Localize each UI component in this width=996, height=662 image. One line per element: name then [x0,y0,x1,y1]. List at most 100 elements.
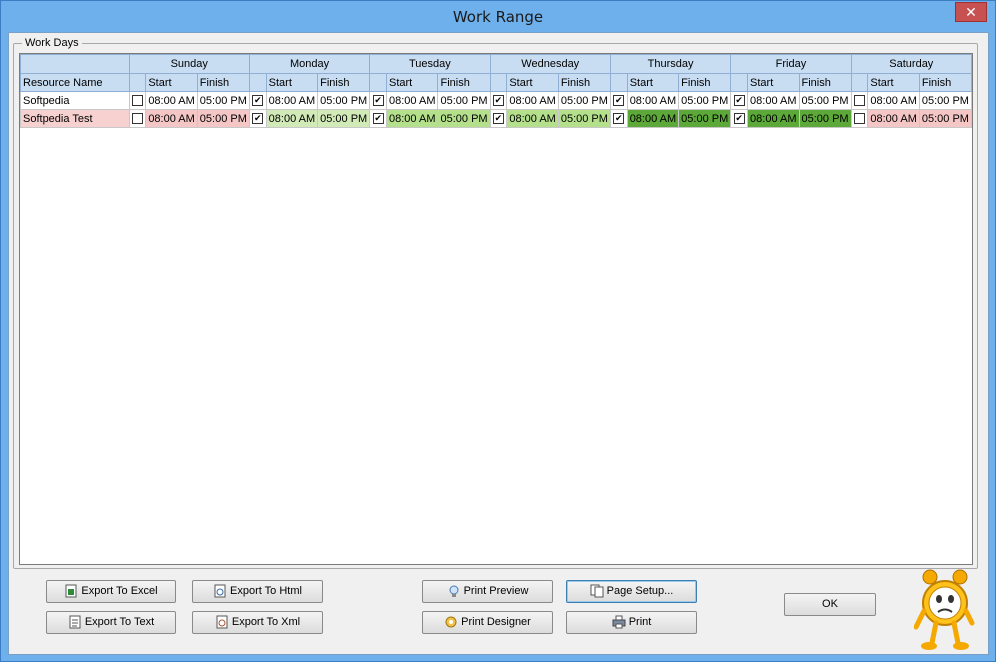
finish-time-cell[interactable]: 05:00 PM [317,109,371,128]
start-header[interactable]: Start [265,73,319,92]
unchecked-checkbox[interactable] [131,113,143,125]
resource-name-header[interactable]: Resource Name [20,73,130,92]
finish-header[interactable]: Finish [557,73,611,92]
unchecked-checkbox[interactable] [131,95,143,107]
checked-checkbox[interactable]: ✔ [372,95,384,107]
start-time-cell[interactable]: 08:00 AM [265,91,319,110]
check-header [369,73,387,92]
workday-checkbox-cell[interactable]: ✔ [489,91,508,110]
work-days-grid[interactable]: Sunday Monday Tuesday Wednesday Thursday… [19,53,973,565]
finish-time-cell[interactable]: 05:00 PM [557,109,611,128]
workday-checkbox-cell[interactable] [128,91,147,110]
start-header[interactable]: Start [506,73,559,92]
finish-time-cell[interactable]: 05:00 PM [798,91,852,110]
day-header-tuesday[interactable]: Tuesday [369,54,491,74]
print-designer-button[interactable]: Print Designer [422,611,553,634]
finish-header[interactable]: Finish [678,73,732,92]
finish-time-cell[interactable]: 05:00 PM [918,109,972,128]
export-to-text-button[interactable]: Export To Text [46,611,176,634]
workday-checkbox-cell[interactable]: ✔ [730,109,749,128]
checked-checkbox[interactable]: ✔ [372,113,384,125]
finish-header[interactable]: Finish [798,73,852,92]
finish-time-cell[interactable]: 05:00 PM [918,91,972,110]
unchecked-checkbox[interactable] [853,95,865,107]
day-header-sunday[interactable]: Sunday [128,54,250,74]
checked-checkbox[interactable]: ✔ [252,113,264,125]
finish-time-cell[interactable]: 05:00 PM [437,109,491,128]
ok-button[interactable]: OK [784,593,876,616]
start-time-cell[interactable]: 08:00 AM [385,109,439,128]
finish-time-cell[interactable]: 05:00 PM [196,91,250,110]
start-header[interactable]: Start [747,73,800,92]
start-time-cell[interactable]: 08:00 AM [867,91,920,110]
start-time-cell[interactable]: 08:00 AM [626,109,680,128]
workday-checkbox-cell[interactable] [850,109,869,128]
start-header[interactable]: Start [867,73,920,92]
table-row[interactable]: Softpedia Test 08:00 AM 05:00 PM ✔ 08:00 AM 0… [20,109,972,128]
finish-time-cell[interactable]: 05:00 PM [678,109,732,128]
start-header[interactable]: Start [626,73,680,92]
finish-header[interactable]: Finish [317,73,371,92]
checked-checkbox[interactable]: ✔ [613,95,625,107]
finish-header[interactable]: Finish [196,73,250,92]
workday-checkbox-cell[interactable]: ✔ [248,91,267,110]
workday-checkbox-cell[interactable]: ✔ [609,91,628,110]
day-header-thursday[interactable]: Thursday [609,54,732,74]
unchecked-checkbox[interactable] [853,113,865,125]
window-title: Work Range [452,8,544,26]
workday-checkbox-cell[interactable]: ✔ [730,91,749,110]
finish-time-cell[interactable]: 05:00 PM [437,91,491,110]
checked-checkbox[interactable]: ✔ [492,113,504,125]
day-header-wednesday[interactable]: Wednesday [489,54,611,74]
day-header-monday[interactable]: Monday [248,54,371,74]
start-time-cell[interactable]: 08:00 AM [626,91,680,110]
finish-time-cell[interactable]: 05:00 PM [317,91,371,110]
finish-time-cell[interactable]: 05:00 PM [557,91,611,110]
export-to-excel-button[interactable]: Export To Excel [46,580,176,603]
start-header[interactable]: Start [385,73,439,92]
check-header [730,73,749,92]
title-bar[interactable]: Work Range ✕ [1,1,995,32]
workday-checkbox-cell[interactable]: ✔ [489,109,508,128]
workday-checkbox-cell[interactable] [850,91,869,110]
checked-checkbox[interactable]: ✔ [733,113,745,125]
print-preview-button[interactable]: Print Preview [422,580,553,603]
table-row[interactable]: Softpedia 08:00 AM 05:00 PM ✔ 08:00 AM 05:00 … [20,91,972,110]
start-time-cell[interactable]: 08:00 AM [145,91,198,110]
finish-time-cell[interactable]: 05:00 PM [196,109,250,128]
workday-checkbox-cell[interactable]: ✔ [369,109,387,128]
finish-time-cell[interactable]: 05:00 PM [798,109,852,128]
grid-table: Sunday Monday Tuesday Wednesday Thursday… [20,54,972,128]
print-button[interactable]: Print [566,611,697,634]
checked-checkbox[interactable]: ✔ [492,95,504,107]
resource-name-cell[interactable]: Softpedia Test [20,109,130,128]
checked-checkbox[interactable]: ✔ [252,95,264,107]
day-header-friday[interactable]: Friday [730,54,852,74]
start-time-cell[interactable]: 08:00 AM [385,91,439,110]
page-setup-button[interactable]: Page Setup... [566,580,697,603]
workday-checkbox-cell[interactable]: ✔ [609,109,628,128]
finish-header[interactable]: Finish [918,73,972,92]
checked-checkbox[interactable]: ✔ [613,113,625,125]
start-time-cell[interactable]: 08:00 AM [867,109,920,128]
checked-checkbox[interactable]: ✔ [733,95,745,107]
workday-checkbox-cell[interactable]: ✔ [369,91,387,110]
start-time-cell[interactable]: 08:00 AM [145,109,198,128]
day-header-saturday[interactable]: Saturday [850,54,972,74]
workday-checkbox-cell[interactable] [128,109,147,128]
finish-header[interactable]: Finish [437,73,491,92]
dialog-body: Work Days Sunday Monday Tuesday Wednesda… [8,32,989,655]
export-to-xml-button[interactable]: Export To Xml [192,611,323,634]
start-time-cell[interactable]: 08:00 AM [747,91,800,110]
start-time-cell[interactable]: 08:00 AM [747,109,800,128]
resource-name-cell[interactable]: Softpedia [20,91,130,110]
close-button[interactable]: ✕ [955,2,987,22]
start-header[interactable]: Start [145,73,198,92]
export-to-html-button[interactable]: Export To Html [192,580,323,603]
finish-time-cell[interactable]: 05:00 PM [678,91,732,110]
start-time-cell[interactable]: 08:00 AM [265,109,319,128]
workday-checkbox-cell[interactable]: ✔ [248,109,267,128]
start-time-cell[interactable]: 08:00 AM [506,91,559,110]
print-label: Print [628,616,652,628]
start-time-cell[interactable]: 08:00 AM [506,109,559,128]
